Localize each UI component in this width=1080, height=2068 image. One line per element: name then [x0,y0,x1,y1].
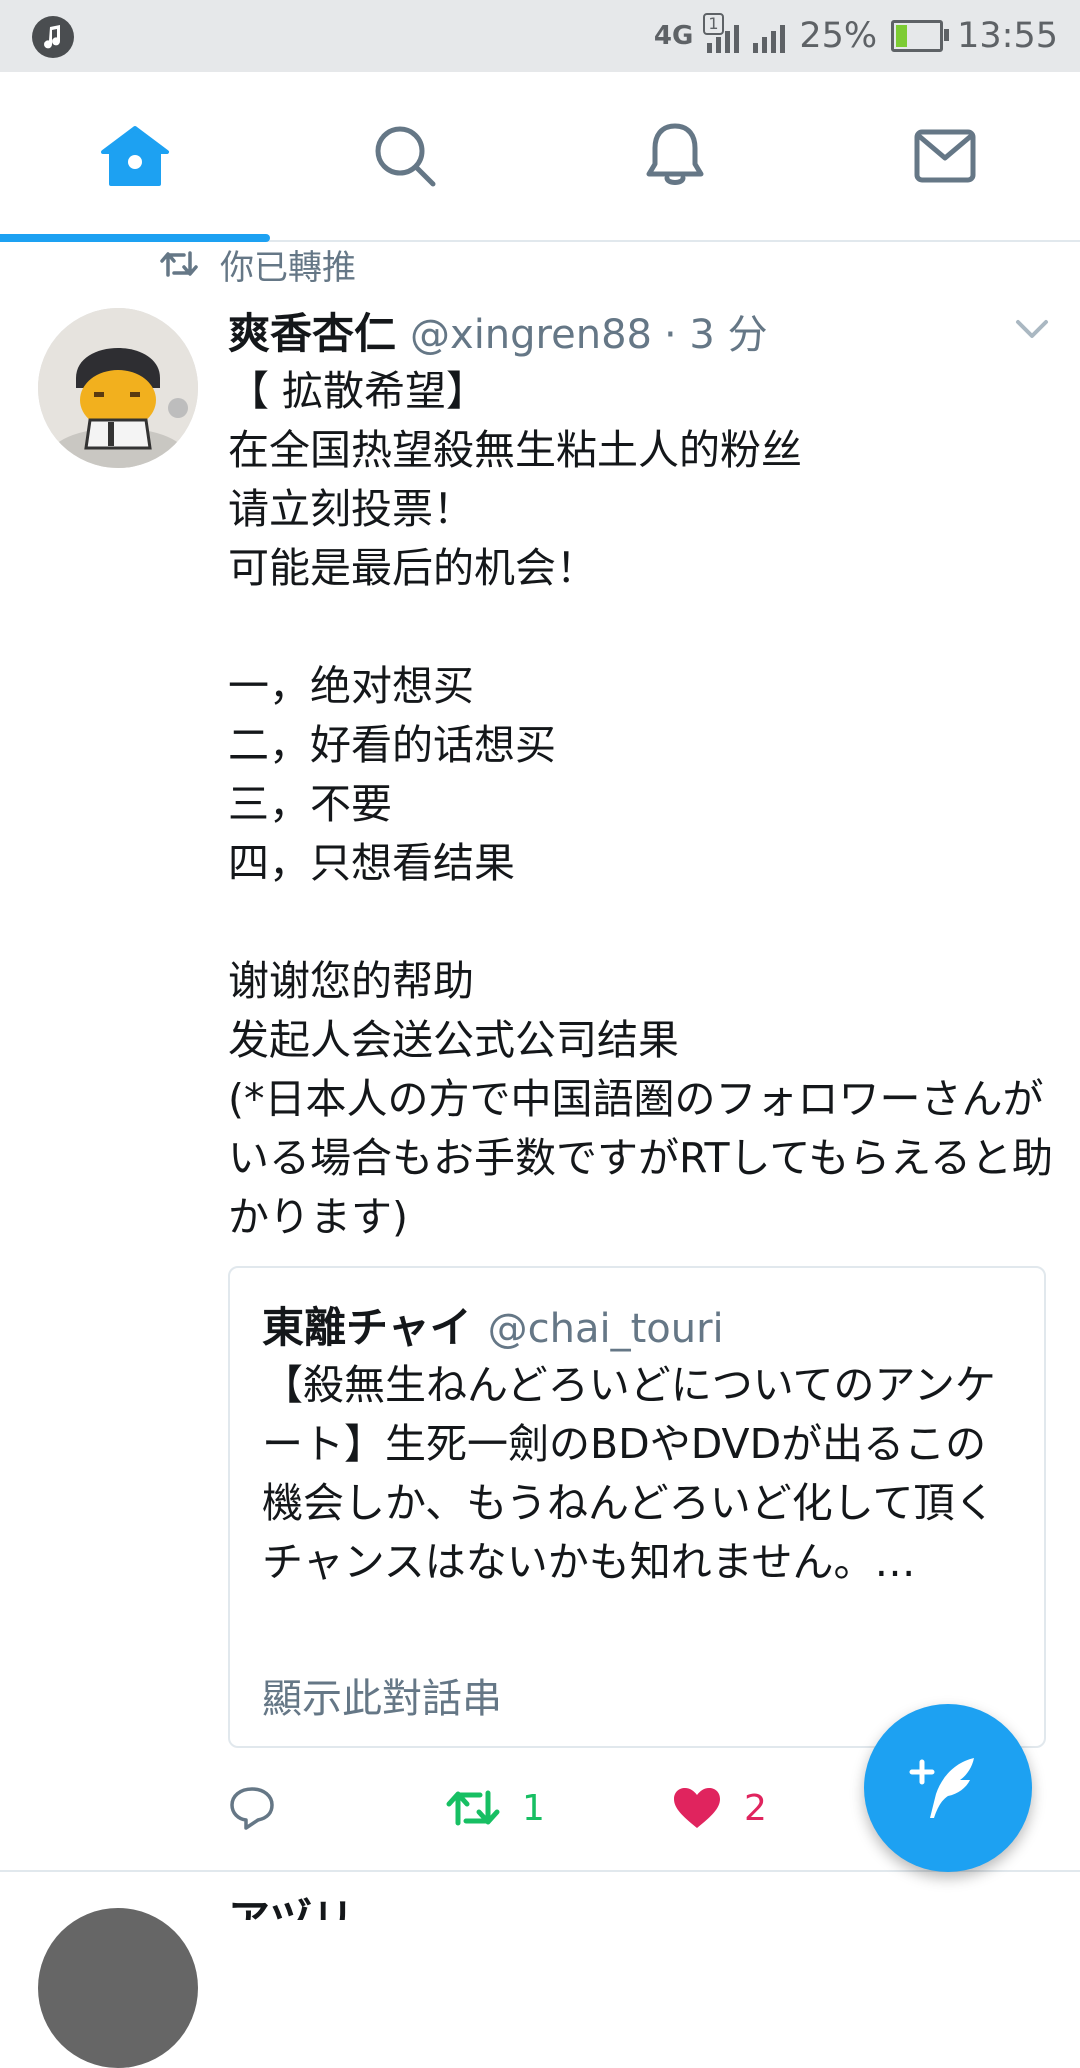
next-tweet-avatar[interactable] [38,1908,198,2068]
tweet-line-wrapped: (*日本人の方で中国語圏のフォロワーさんがいる場合もお手数ですがRTしてもらえる… [228,1075,1054,1241]
tab-home[interactable] [0,72,270,240]
author-handle[interactable]: @xingren88 [410,312,652,358]
chevron-down-icon [1016,320,1048,338]
tab-messages[interactable] [810,72,1080,240]
tweet-header: 爽香杏仁 @xingren88 · 3 分 [228,300,768,364]
network-type: 4G [653,21,694,51]
tweet-menu-button[interactable] [1014,318,1050,344]
retweet-button[interactable]: 1 [446,1768,545,1848]
tweet-line: 在全国热望殺無生粘土人的粉丝 [228,426,802,474]
tweet-divider [0,1870,1080,1872]
retweet-label: 你已轉推 [220,247,356,288]
reply-icon [230,1787,274,1830]
status-bar: 4G 1 25% 13:55 [0,0,1080,72]
quoted-tweet-header: 東離チャイ @chai_touri [262,1294,724,1355]
like-count: 2 [744,1787,767,1829]
tweet-line: 请立刻投票！ [228,485,474,533]
tweet-actions: 1 2 [228,1768,928,1848]
compose-tweet-button[interactable] [864,1704,1032,1872]
tweet-time: · 3 分 [663,312,768,358]
author-name[interactable]: 爽香杏仁 [228,300,396,361]
tweet-line: 三，不要 [228,780,392,828]
retweet-header: 你已轉推 [160,238,356,290]
tab-bar [0,72,1080,242]
reply-button[interactable] [228,1768,298,1848]
quoted-tweet[interactable]: 東離チャイ @chai_touri 【殺無生ねんどろいどについてのアンケート】生… [228,1266,1046,1748]
tweet-line: 二，好看的话想买 [228,721,556,769]
tweet-line: 【 拡散希望】 [228,367,488,415]
show-thread-link[interactable]: 顯示此對話串 [262,1666,502,1724]
next-tweet-author-name[interactable]: アヅリ [228,1886,354,1920]
heart-icon [674,1788,720,1828]
tweet-line: 谢谢您的帮助 [228,957,474,1005]
tweet-line: 发起人会送公式公司结果 [228,1016,679,1064]
retweet-icon [160,251,198,277]
battery-percent: 25% [799,16,878,56]
tweet-text: 【 拡散希望】 在全国热望殺無生粘土人的粉丝 请立刻投票！ 可能是最后的机会！ … [228,362,1058,1247]
quoted-author-name: 東離チャイ [262,1303,472,1352]
signal-icon-sim2 [753,19,786,53]
tweet-line: 可能是最后的机会！ [228,544,597,592]
search-icon [375,126,436,187]
quoted-tweet-text: 【殺無生ねんどろいどについてのアンケート】生死一劍のBDやDVDが出るこの機会し… [262,1361,996,1586]
clock: 13:55 [957,16,1058,56]
signal-icon-sim1: 1 [703,13,740,53]
retweet-count: 1 [522,1787,545,1829]
battery-icon [891,20,950,52]
retweet-icon [446,1790,500,1826]
bell-icon [646,123,704,185]
mail-icon [914,129,976,183]
home-icon [101,126,169,186]
tweet-line: 四，只想看结果 [228,839,515,887]
tab-notifications[interactable] [540,72,810,240]
tweet-line: 一，绝对想买 [228,662,474,710]
quoted-author-handle: @chai_touri [487,1306,724,1352]
avatar[interactable] [38,308,198,468]
like-button[interactable]: 2 [672,1768,767,1848]
music-icon [32,16,74,58]
tab-search[interactable] [270,72,540,240]
battery-fill [896,25,907,47]
avatar-image [38,308,198,468]
compose-icon [909,1758,974,1818]
